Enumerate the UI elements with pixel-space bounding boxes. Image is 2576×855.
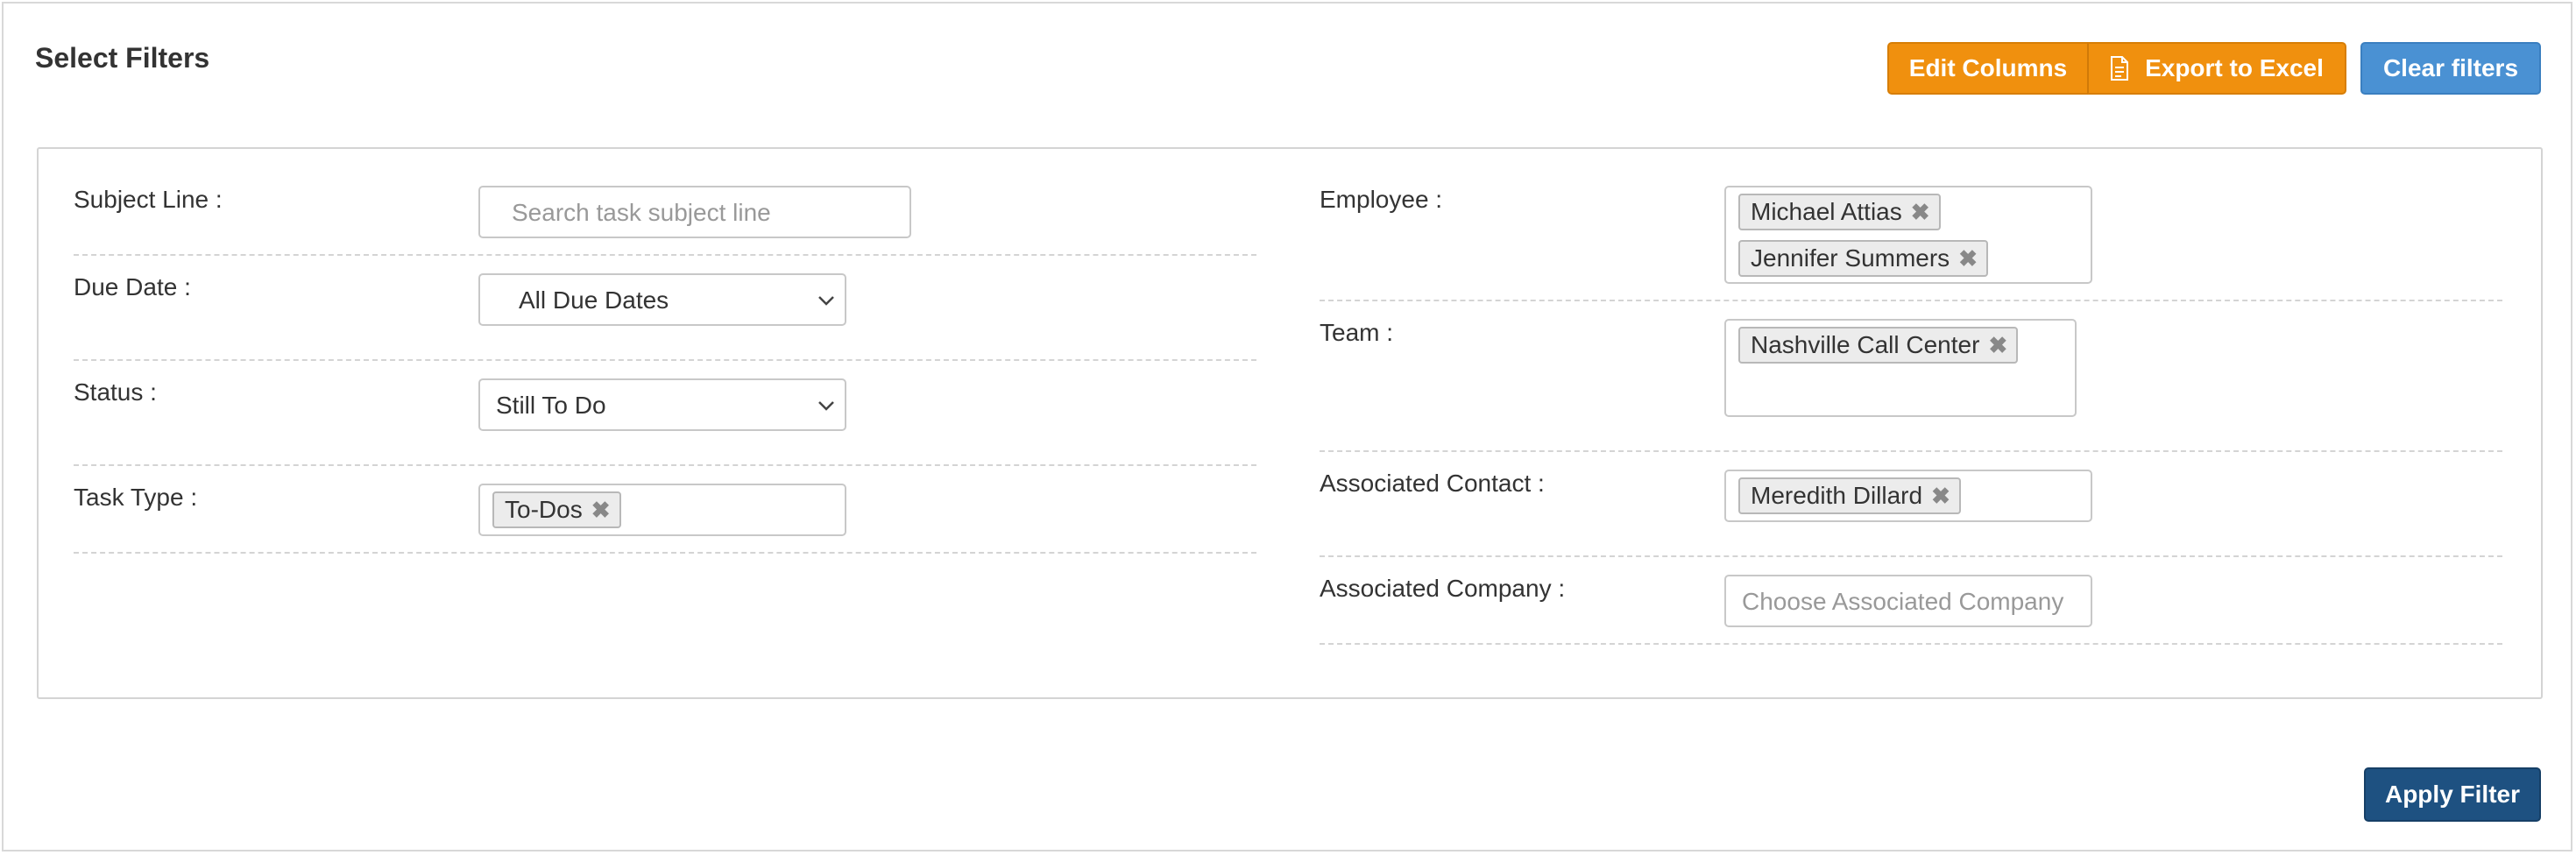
tag-label: To-Dos [505, 496, 583, 523]
tag-contact: Meredith Dillard ✖ [1738, 477, 1961, 514]
divider [74, 464, 1256, 466]
tag-label: Jennifer Summers [1751, 244, 1950, 272]
filters-card: Select Filters Edit Columns Export to Ex… [2, 2, 2572, 851]
export-to-excel-button[interactable]: Export to Excel [2087, 42, 2346, 95]
tag-label: Meredith Dillard [1751, 482, 1923, 509]
document-icon [2111, 56, 2129, 81]
tag-employee: Michael Attias ✖ [1738, 194, 1941, 230]
apply-filter-label: Apply Filter [2384, 781, 2520, 808]
subject-line-input[interactable]: Search task subject line [478, 186, 911, 238]
associated-contact-multiselect[interactable]: Meredith Dillard ✖ [1724, 470, 2092, 522]
divider [1320, 300, 2502, 301]
tag-label: Nashville Call Center [1751, 331, 1980, 358]
clear-filters-button[interactable]: Clear filters [2360, 42, 2541, 95]
close-icon[interactable]: ✖ [1911, 199, 1930, 226]
apply-filter-button[interactable]: Apply Filter [2364, 767, 2541, 822]
employee-label: Employee : [1320, 186, 1443, 213]
tag-to-dos: To-Dos ✖ [492, 491, 621, 528]
tag-team: Nashville Call Center ✖ [1738, 327, 2019, 364]
divider [74, 359, 1256, 361]
task-type-label: Task Type : [74, 484, 198, 511]
chevron-down-icon [818, 296, 834, 306]
tag-label: Michael Attias [1751, 198, 1902, 225]
tag-employee: Jennifer Summers ✖ [1738, 240, 1988, 277]
close-icon[interactable]: ✖ [591, 497, 611, 524]
associated-contact-label: Associated Contact : [1320, 470, 1545, 497]
due-date-value: All Due Dates [519, 286, 669, 314]
associated-company-label: Associated Company : [1320, 575, 1566, 602]
status-select[interactable]: Still To Do [478, 378, 846, 431]
team-label: Team : [1320, 319, 1394, 346]
filters-panel: Subject Line : Search task subject line … [37, 147, 2543, 699]
divider [1320, 643, 2502, 645]
chevron-down-icon [818, 401, 834, 411]
divider [74, 254, 1256, 256]
edit-columns-button[interactable]: Edit Columns [1887, 42, 2089, 95]
due-date-label: Due Date : [74, 273, 191, 300]
status-value: Still To Do [496, 392, 606, 419]
divider [74, 552, 1256, 554]
divider [1320, 450, 2502, 452]
close-icon[interactable]: ✖ [1931, 483, 1950, 510]
team-multiselect[interactable]: Nashville Call Center ✖ [1724, 319, 2077, 417]
edit-columns-label: Edit Columns [1908, 54, 2068, 81]
subject-line-label: Subject Line : [74, 186, 223, 213]
associated-company-input[interactable]: Choose Associated Company [1724, 575, 2092, 627]
page-title: Select Filters [35, 42, 210, 74]
associated-company-placeholder: Choose Associated Company [1742, 588, 2064, 615]
close-icon[interactable]: ✖ [1958, 245, 1978, 272]
export-label: Export to Excel [2145, 54, 2324, 81]
employee-multiselect[interactable]: Michael Attias ✖ Jennifer Summers ✖ [1724, 186, 2092, 284]
task-type-multiselect[interactable]: To-Dos ✖ [478, 484, 846, 536]
subject-line-placeholder: Search task subject line [512, 199, 771, 226]
divider [1320, 555, 2502, 557]
clear-filters-label: Clear filters [2382, 54, 2519, 81]
status-label: Status : [74, 378, 157, 406]
close-icon[interactable]: ✖ [1988, 332, 2007, 359]
due-date-select[interactable]: All Due Dates [478, 273, 846, 326]
